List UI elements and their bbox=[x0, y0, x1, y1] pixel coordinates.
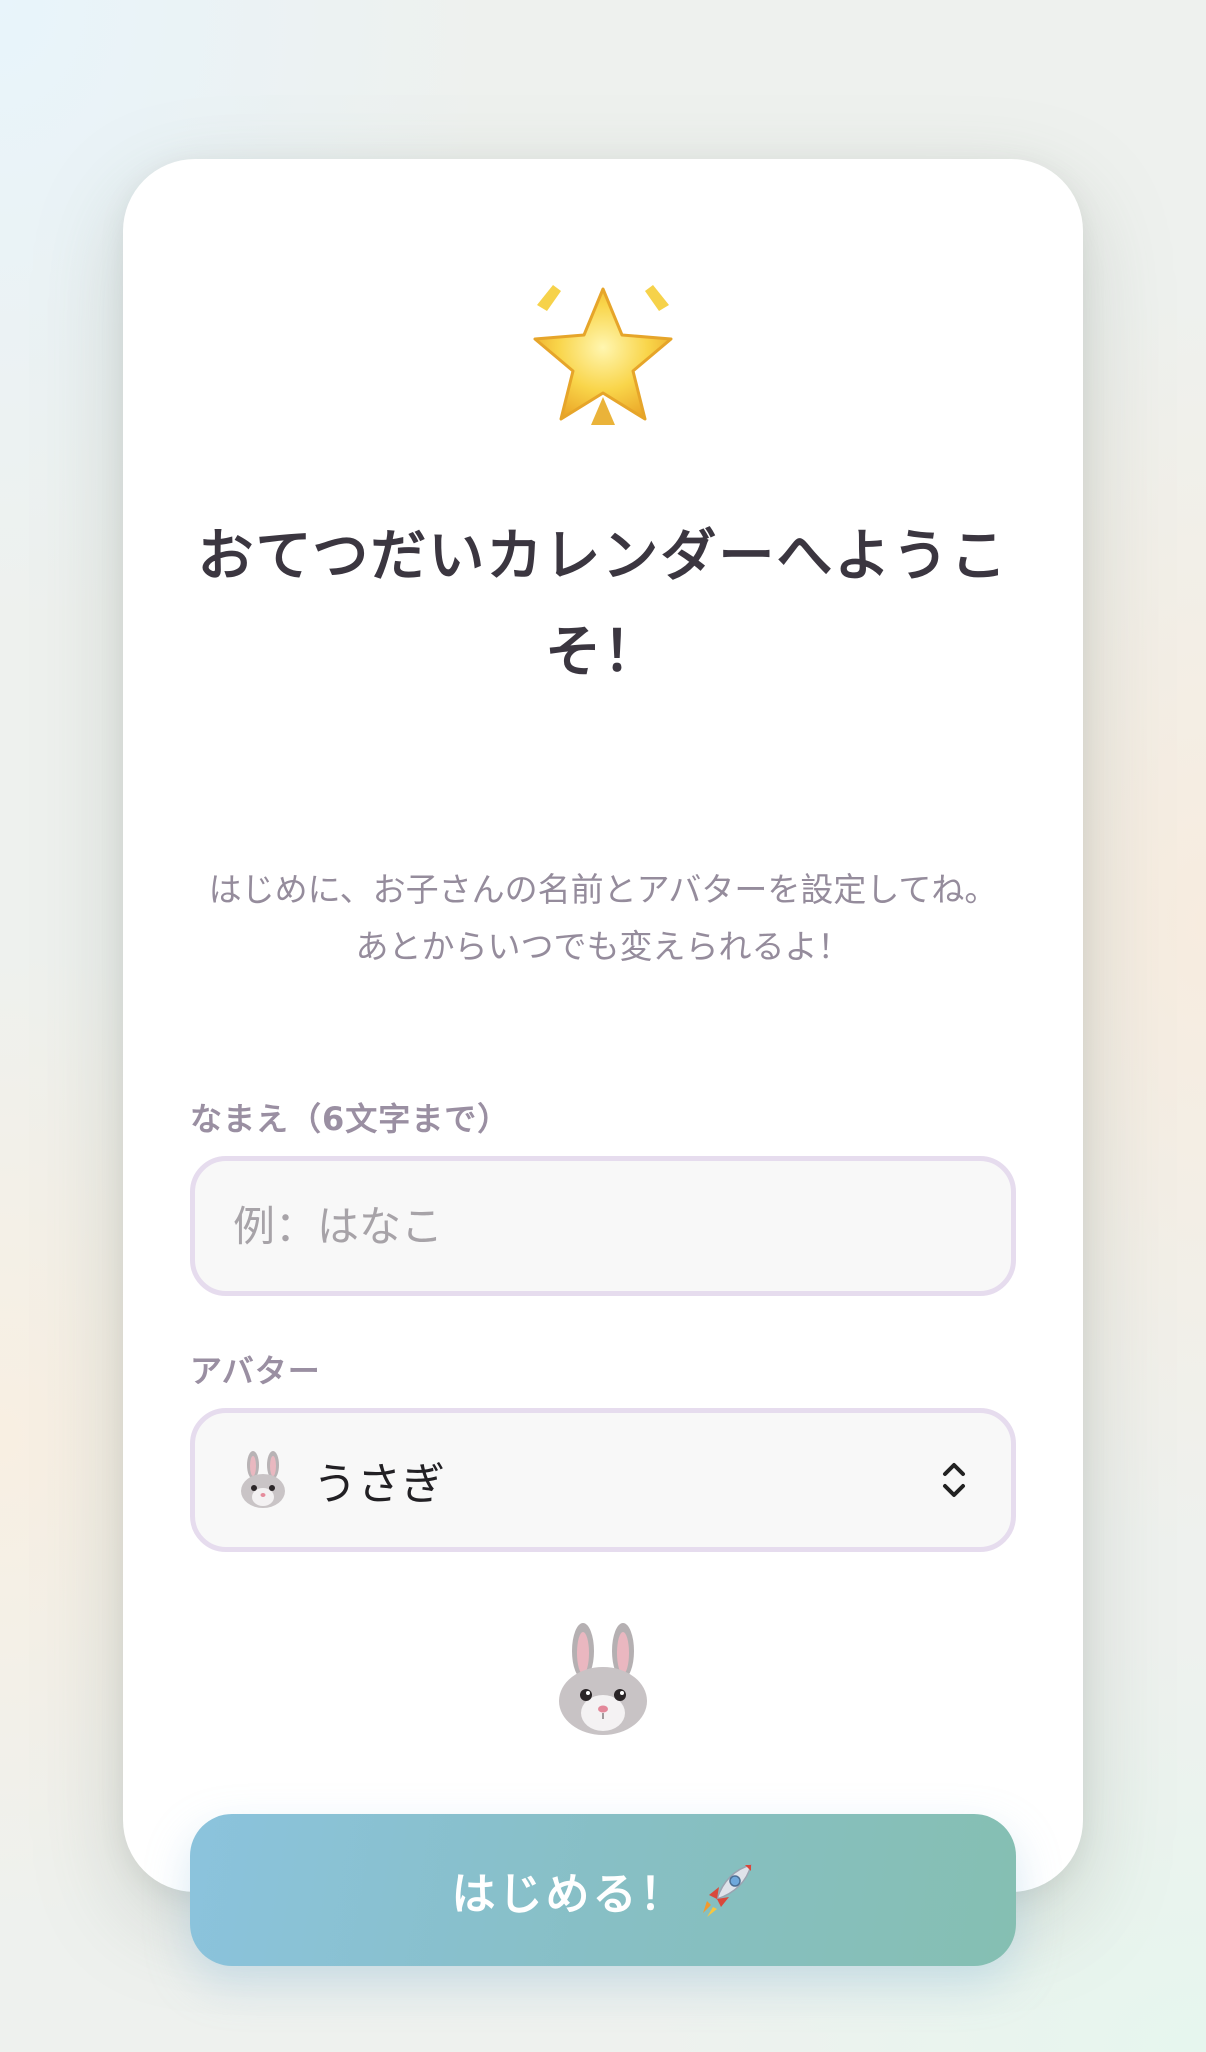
name-input[interactable] bbox=[190, 1156, 1016, 1296]
avatar-select-value: うさぎ bbox=[313, 1459, 445, 1510]
start-button[interactable]: はじめる！ bbox=[190, 1814, 1016, 1966]
welcome-card: おてつだいカレンダーへようこそ！ はじめに、お子さんの名前とアバターを設定してね… bbox=[123, 159, 1083, 1966]
name-field-label: なまえ（6文字まで） bbox=[190, 1100, 511, 1138]
subtitle-line-1: はじめに、お子さんの名前とアバターを設定してね。 bbox=[208, 870, 998, 909]
rocket-icon bbox=[697, 1861, 755, 1919]
chevron-up-down-icon bbox=[937, 1455, 971, 1505]
avatar-field-label: アバター bbox=[190, 1352, 321, 1390]
subtitle-line-2: あとからいつでも変えられるよ！ bbox=[355, 927, 851, 966]
avatar-preview bbox=[123, 1621, 1083, 1741]
start-button-label: はじめる！ bbox=[451, 1869, 687, 1920]
glowing-star-icon bbox=[123, 277, 1083, 447]
page-subtitle: はじめに、お子さんの名前とアバターを設定してね。 あとからいつでも変えられるよ！ bbox=[193, 861, 1013, 975]
avatar-select[interactable]: うさぎ bbox=[190, 1408, 1016, 1552]
rabbit-face-icon bbox=[553, 1621, 653, 1741]
rabbit-face-icon bbox=[237, 1451, 289, 1509]
page-title: おてつだいカレンダーへようこそ！ bbox=[197, 524, 1009, 685]
